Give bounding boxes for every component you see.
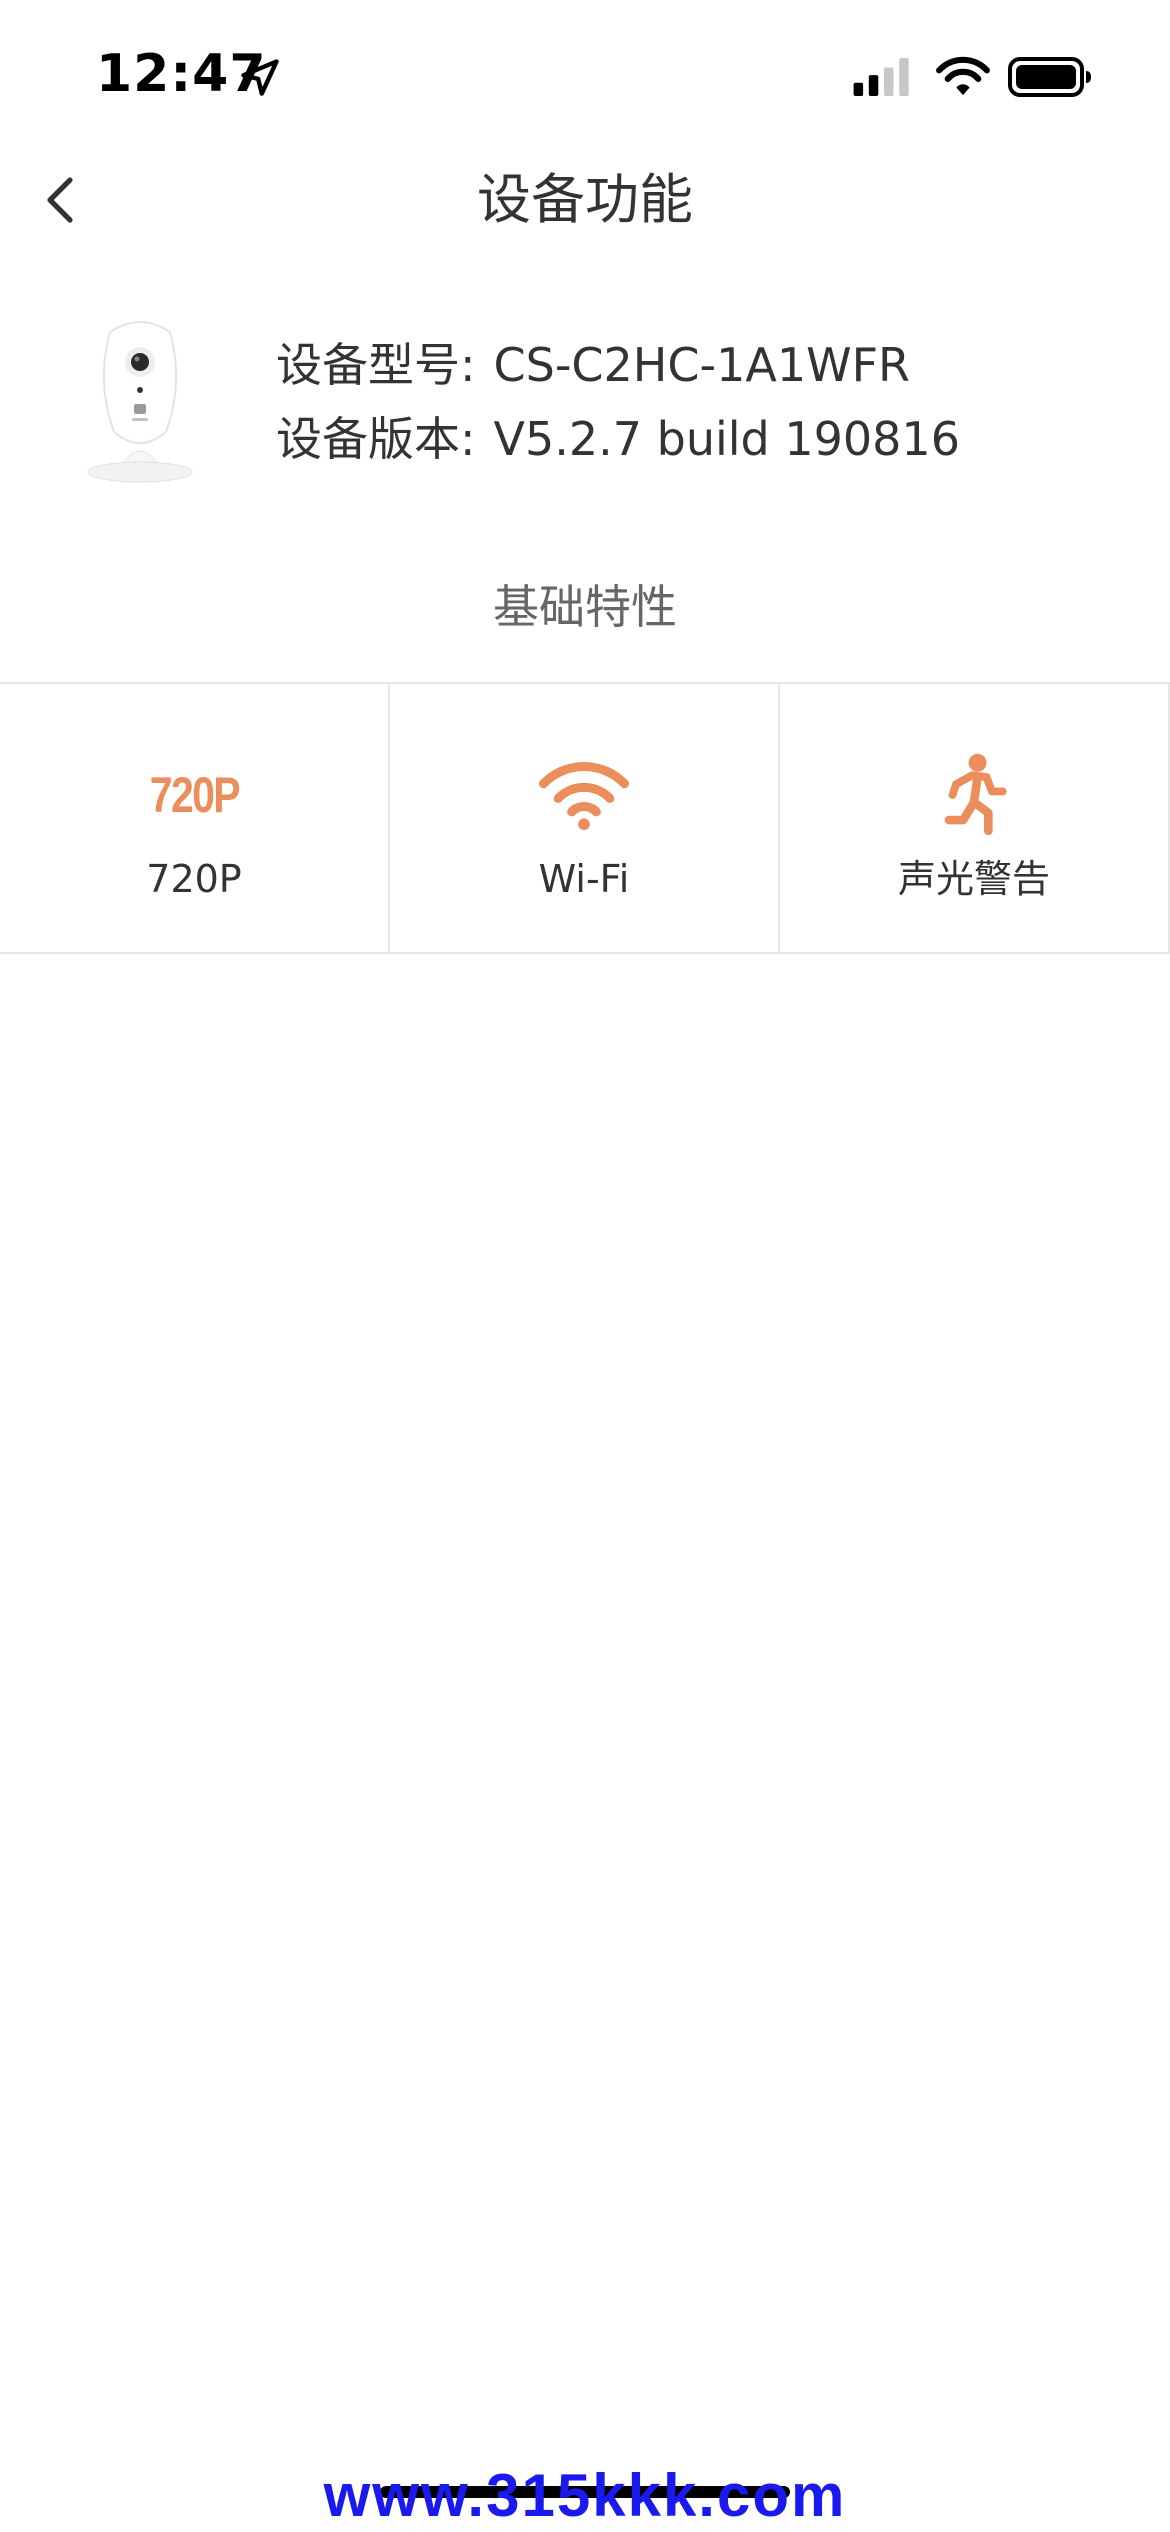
- feature-wifi[interactable]: Wi-Fi: [390, 684, 780, 952]
- wifi-icon: [936, 56, 990, 96]
- device-info: 设备型号: CS-C2HC-1A1WFR 设备版本: V5.2.7 build 19…: [276, 328, 960, 476]
- device-version-value: V5.2.7 build 190816: [493, 412, 960, 466]
- feature-wifi-icon-wrap: [539, 752, 629, 838]
- device-features-screen: 12:47 设备功能 设备型号: CS-C2HC-1A1WFR 设备版本: V5…: [0, 0, 1170, 2532]
- page-title: 设备功能: [477, 168, 693, 231]
- location-arrow-icon: [241, 59, 279, 96]
- device-model-label: 设备型号:: [276, 338, 476, 392]
- section-title: 基础特性: [493, 580, 677, 634]
- watermark-text: www.315kkk.com: [323, 2462, 847, 2529]
- device-model-value: CS-C2HC-1A1WFR: [493, 338, 911, 392]
- feature-label: Wi-Fi: [538, 857, 630, 901]
- battery-icon: [1008, 57, 1091, 97]
- feature-label: 720P: [146, 857, 242, 901]
- status-bar: 12:47: [0, 0, 1170, 150]
- running-person-icon: [944, 753, 1007, 836]
- device-version-row: 设备版本: V5.2.7 build 190816: [276, 402, 960, 476]
- wifi-icon: [539, 762, 629, 831]
- camera-device-icon: [87, 321, 193, 483]
- device-model-row: 设备型号: CS-C2HC-1A1WFR: [276, 328, 960, 402]
- resolution-720p-icon: 720P: [140, 752, 249, 838]
- resolution-icon-text: 720P: [149, 767, 240, 823]
- feature-alarm-icon-wrap: [938, 752, 1010, 838]
- feature-label: 声光警告: [897, 857, 1050, 901]
- device-version-label: 设备版本:: [276, 412, 476, 466]
- feature-720p[interactable]: 720P 720P: [0, 684, 390, 952]
- navigation-bar: 设备功能: [0, 150, 1170, 250]
- feature-alarm[interactable]: 声光警告: [780, 684, 1170, 952]
- cellular-signal-icon: [853, 58, 909, 96]
- feature-grid: 720P 720P Wi-Fi 声光警告: [0, 682, 1170, 954]
